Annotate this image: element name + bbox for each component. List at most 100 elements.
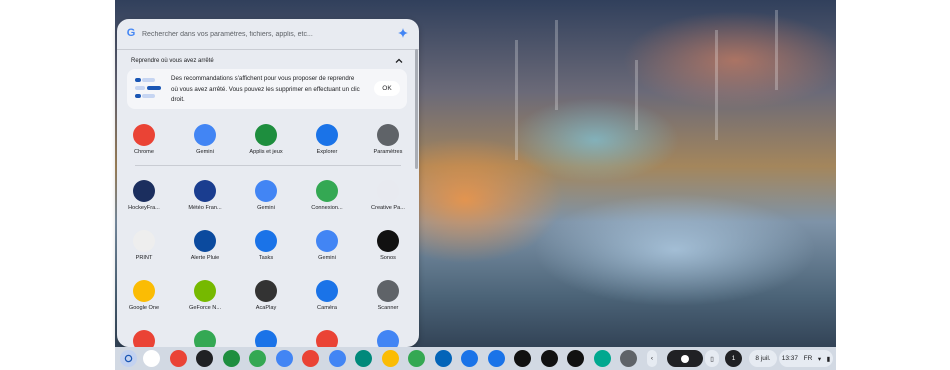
app-label: Météo Fran... bbox=[188, 205, 222, 211]
app-label: HockeyFra... bbox=[128, 205, 160, 211]
chrome-icon bbox=[133, 124, 155, 146]
app-tile[interactable] bbox=[358, 327, 418, 347]
onedrive-icon[interactable] bbox=[434, 350, 452, 367]
gemini-icon bbox=[316, 230, 338, 252]
search-divider bbox=[117, 49, 419, 50]
gmail-icon[interactable] bbox=[302, 350, 319, 367]
app-tile[interactable]: Creative Pa... bbox=[358, 177, 418, 222]
app-tile[interactable] bbox=[236, 327, 296, 347]
calendar-icon[interactable] bbox=[275, 350, 293, 367]
app-tile[interactable]: Caméra bbox=[297, 277, 357, 322]
meet-icon[interactable] bbox=[355, 350, 372, 367]
launcher-circle-icon bbox=[124, 354, 133, 363]
app-label: Explorer bbox=[316, 149, 338, 155]
app-tile[interactable]: Chrome bbox=[117, 121, 174, 166]
status-area[interactable]: 13:37 FR ▾ ▮ bbox=[779, 350, 833, 367]
desk-icon bbox=[681, 354, 689, 363]
rain-alert-icon bbox=[194, 230, 216, 252]
app-tile[interactable]: Google One bbox=[117, 277, 174, 322]
sparkle-icon[interactable] bbox=[397, 27, 409, 39]
weather-icon bbox=[194, 180, 216, 202]
message-line: où vous avez arrêté. Vous pouvez les sup… bbox=[171, 85, 360, 93]
docs-icon[interactable] bbox=[328, 350, 346, 367]
scrollbar[interactable] bbox=[415, 49, 418, 169]
connexion-icon bbox=[316, 180, 338, 202]
app-label: Caméra bbox=[317, 305, 337, 311]
gemini-icon[interactable] bbox=[143, 350, 160, 367]
date-label[interactable]: 8 juil. bbox=[749, 350, 777, 367]
continue-header: Reprendre où vous avez arrêté bbox=[131, 58, 214, 64]
connexion-icon[interactable] bbox=[408, 350, 425, 367]
app-tile[interactable]: Paramètres bbox=[358, 121, 418, 166]
photos-icon[interactable] bbox=[381, 350, 399, 367]
desk-switcher[interactable] bbox=[667, 350, 703, 367]
docs-icon bbox=[377, 330, 399, 347]
app-tile[interactable]: Tasks bbox=[236, 227, 296, 272]
search-bar: G bbox=[117, 19, 419, 49]
app-tile[interactable] bbox=[117, 327, 174, 347]
play-store-icon[interactable] bbox=[249, 350, 266, 367]
files-icon[interactable] bbox=[487, 350, 505, 367]
app-tile[interactable]: Gemini bbox=[236, 177, 296, 222]
cast-icon[interactable] bbox=[196, 350, 213, 367]
app-tile[interactable] bbox=[175, 327, 235, 347]
launcher-button[interactable] bbox=[120, 350, 137, 367]
app-label: Creative Pa... bbox=[371, 205, 405, 211]
ok-button[interactable]: OK bbox=[374, 81, 400, 96]
recommendation-illustration bbox=[135, 78, 161, 98]
files-icon bbox=[255, 330, 277, 347]
chevron-up-icon[interactable] bbox=[393, 55, 405, 67]
recommendation-message: Des recommandations s'affichent pour vou… bbox=[171, 74, 371, 106]
gemini-icon bbox=[194, 124, 216, 146]
add-icon[interactable] bbox=[540, 350, 558, 367]
app-tile[interactable] bbox=[297, 327, 357, 347]
creative-icon bbox=[377, 180, 399, 202]
gemini-icon bbox=[255, 180, 277, 202]
app-tile[interactable]: GeForce N... bbox=[175, 277, 235, 322]
apps-games-icon[interactable] bbox=[222, 350, 240, 367]
app-label: Applis et jeux bbox=[249, 149, 283, 155]
camera-icon bbox=[316, 280, 338, 302]
app-label: Gemini bbox=[318, 255, 336, 261]
sonos-icon[interactable] bbox=[514, 350, 531, 367]
app-label: Paramètres bbox=[373, 149, 403, 155]
search-input[interactable] bbox=[142, 27, 382, 41]
app-tile[interactable]: HockeyFra... bbox=[117, 177, 174, 222]
netflix-icon[interactable] bbox=[567, 350, 584, 367]
app-tile[interactable]: Gemini bbox=[297, 227, 357, 272]
app-tile[interactable]: PRINT bbox=[117, 227, 174, 272]
app-tile[interactable]: Météo Fran... bbox=[175, 177, 235, 222]
app-tile[interactable]: Explorer bbox=[297, 121, 357, 166]
explore-icon bbox=[316, 124, 338, 146]
chrome-icon[interactable] bbox=[169, 350, 187, 367]
google-icon: G bbox=[126, 27, 136, 39]
battery-icon: ▮ bbox=[826, 355, 831, 363]
app-label: Connexion... bbox=[311, 205, 343, 211]
app-tile[interactable]: Sonos bbox=[358, 227, 418, 272]
apps-divider bbox=[135, 165, 401, 166]
app-tile[interactable]: Scanner bbox=[358, 277, 418, 322]
scanner-icon bbox=[377, 280, 399, 302]
app-tile[interactable]: Gemini bbox=[175, 121, 235, 166]
message-line: droit. bbox=[171, 96, 185, 103]
app-tile[interactable]: AcaPlay bbox=[236, 277, 296, 322]
overflow-chevron-icon[interactable]: ‹ bbox=[647, 350, 657, 367]
explore-icon[interactable] bbox=[461, 350, 478, 367]
apps-games-icon bbox=[255, 124, 277, 146]
scanner-icon[interactable] bbox=[620, 350, 637, 367]
recommendation-box: Des recommandations s'affichent pour vou… bbox=[127, 69, 407, 109]
picsart-icon[interactable] bbox=[593, 350, 611, 367]
message-line: Des recommandations s'affichent pour vou… bbox=[171, 75, 355, 82]
app-tile[interactable]: Connexion... bbox=[297, 177, 357, 222]
google-one-icon bbox=[133, 280, 155, 302]
phone-hub-icon[interactable]: ▯ bbox=[705, 350, 719, 367]
acaplay-icon bbox=[255, 280, 277, 302]
notification-badge[interactable]: 1 bbox=[725, 350, 742, 367]
app-label: Alerte Pluie bbox=[190, 255, 220, 261]
hockey-icon bbox=[133, 180, 155, 202]
app-label: Sonos bbox=[380, 255, 396, 261]
app-tile[interactable]: Alerte Pluie bbox=[175, 227, 235, 272]
app-label: Google One bbox=[128, 305, 160, 311]
app-tile[interactable]: Applis et jeux bbox=[236, 121, 296, 166]
tasks-icon bbox=[255, 230, 277, 252]
